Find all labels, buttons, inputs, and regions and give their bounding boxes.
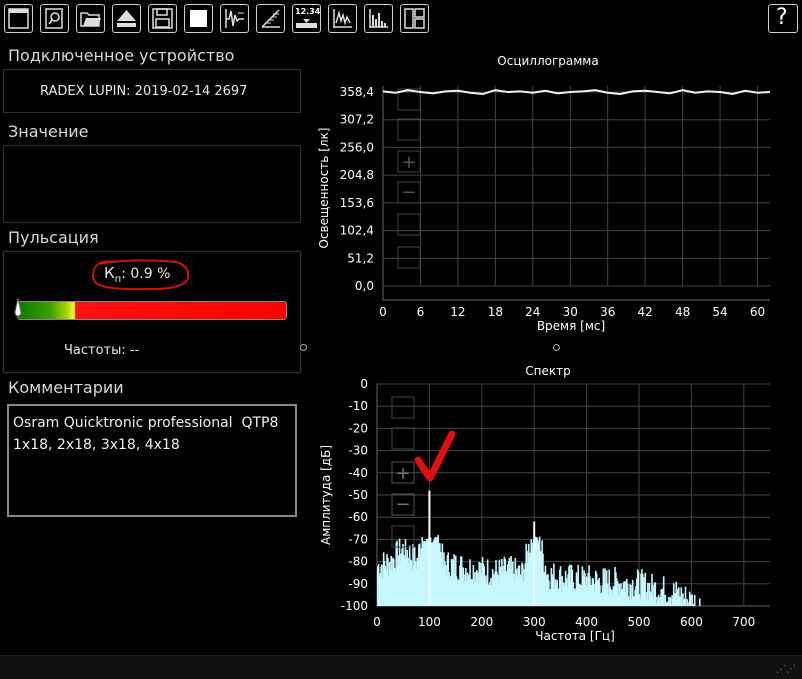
spectrum-tools: + − <box>391 396 415 548</box>
spec-wave-tool-icon[interactable] <box>391 427 415 450</box>
osc-v-expand-icon[interactable] <box>397 246 421 269</box>
spec-y-tick: -50 <box>348 488 368 502</box>
spec-y-tick: -100 <box>341 599 368 613</box>
oscillogram-x-label: Время [мс] <box>537 319 605 333</box>
oscillogram-grid <box>382 86 770 301</box>
spec-y-tick: -70 <box>348 532 368 546</box>
oscillogram-y-label: Освещенность [лк] <box>317 128 331 249</box>
osc-x-tick: 36 <box>600 305 615 319</box>
spec-x-tick: 600 <box>680 615 703 629</box>
spec-x-tick: 500 <box>628 615 651 629</box>
peak-annotation-checkmark <box>414 430 456 482</box>
spec-y-tick: -40 <box>348 466 368 480</box>
osc-y-tick: 153,6 <box>340 196 374 210</box>
spectrum-peak <box>428 490 431 606</box>
oscillogram-title: Осциллограмма <box>497 54 598 68</box>
spec-y-tick: -20 <box>348 421 368 435</box>
spec-x-tick: 400 <box>575 615 598 629</box>
osc-wave-tool-icon[interactable] <box>397 118 421 141</box>
status-bar: ⋰⋰ <box>0 655 802 679</box>
spec-y-tick: -60 <box>348 510 368 524</box>
spec-y-tick: -90 <box>348 577 368 591</box>
spec-x-tick: 700 <box>732 615 755 629</box>
osc-x-tick: 30 <box>563 305 578 319</box>
svg-text:+: + <box>395 463 410 484</box>
osc-y-tick: 0,0 <box>355 279 374 293</box>
oscillogram-x-ticks: 0 6 12 18 24 30 36 42 48 54 60 <box>379 305 765 319</box>
spec-y-tick: -80 <box>348 555 368 569</box>
spectrum-bar <box>684 586 687 606</box>
spectrum-y-label: Амплитуда [дБ] <box>319 445 333 545</box>
spec-x-tick: 100 <box>418 615 441 629</box>
spec-y-tick: -10 <box>348 399 368 413</box>
osc-x-tick: 42 <box>638 305 653 319</box>
osc-x-tick: 6 <box>417 305 425 319</box>
osc-x-tick: 0 <box>379 305 387 319</box>
spectrum-bar <box>654 582 657 606</box>
svg-text:−: − <box>401 182 416 203</box>
osc-x-tick: 12 <box>450 305 465 319</box>
spectrum-bars <box>377 490 701 606</box>
osc-y-tick: 102,4 <box>340 224 374 238</box>
oscillogram-series-line <box>382 89 771 96</box>
spectrum-x-label: Частота [Гц] <box>535 629 615 643</box>
oscillogram-tools: + − <box>397 88 421 269</box>
spectrum-title: Спектр <box>525 364 570 378</box>
osc-y-tick: 204,8 <box>340 168 374 182</box>
spec-fit-tool-icon[interactable] <box>391 396 415 419</box>
osc-x-tick: 48 <box>675 305 690 319</box>
spectrum-bar <box>680 587 683 606</box>
spec-y-tick: -30 <box>348 444 368 458</box>
osc-x-tick: 24 <box>525 305 540 319</box>
charts-layer: Осциллограмма 358,4 307,2 256,0 204,8 153,6 1… <box>317 54 771 643</box>
osc-y-tick: 358,4 <box>340 85 374 99</box>
osc-y-tick: 307,2 <box>340 113 374 127</box>
svg-text:−: − <box>395 494 410 515</box>
osc-h-expand-icon[interactable] <box>397 213 421 236</box>
spectrum-bar <box>691 594 693 606</box>
osc-x-tick: 18 <box>488 305 503 319</box>
osc-y-tick: 51,2 <box>347 251 374 265</box>
resize-grip-icon[interactable]: ⋰⋰ <box>776 664 796 675</box>
spec-x-tick: 200 <box>470 615 493 629</box>
spectrum-bar <box>662 576 665 606</box>
osc-x-tick: 60 <box>750 305 765 319</box>
spectrum-x-ticks: 0 100 200 300 400 500 600 700 <box>373 615 755 629</box>
spectrum-bar <box>689 594 692 606</box>
spectrum-bar <box>698 598 701 606</box>
spec-y-tick: 0 <box>360 377 368 391</box>
spectrum-y-ticks: 0 -10 -20 -30 -40 -50 -60 -70 -80 -90 -100 <box>341 377 368 613</box>
spec-h-expand-icon[interactable] <box>391 525 415 548</box>
osc-x-tick: 54 <box>712 305 727 319</box>
spectrum-peak <box>533 521 536 606</box>
spectrum-bar <box>693 594 696 606</box>
osc-y-tick: 256,0 <box>340 140 374 154</box>
spec-x-tick: 0 <box>373 615 381 629</box>
oscillogram-y-ticks: 358,4 307,2 256,0 204,8 153,6 102,4 51,2 0,0 <box>340 85 374 293</box>
spec-x-tick: 300 <box>523 615 546 629</box>
spectrum-bar <box>687 601 689 606</box>
svg-text:+: + <box>401 152 416 173</box>
